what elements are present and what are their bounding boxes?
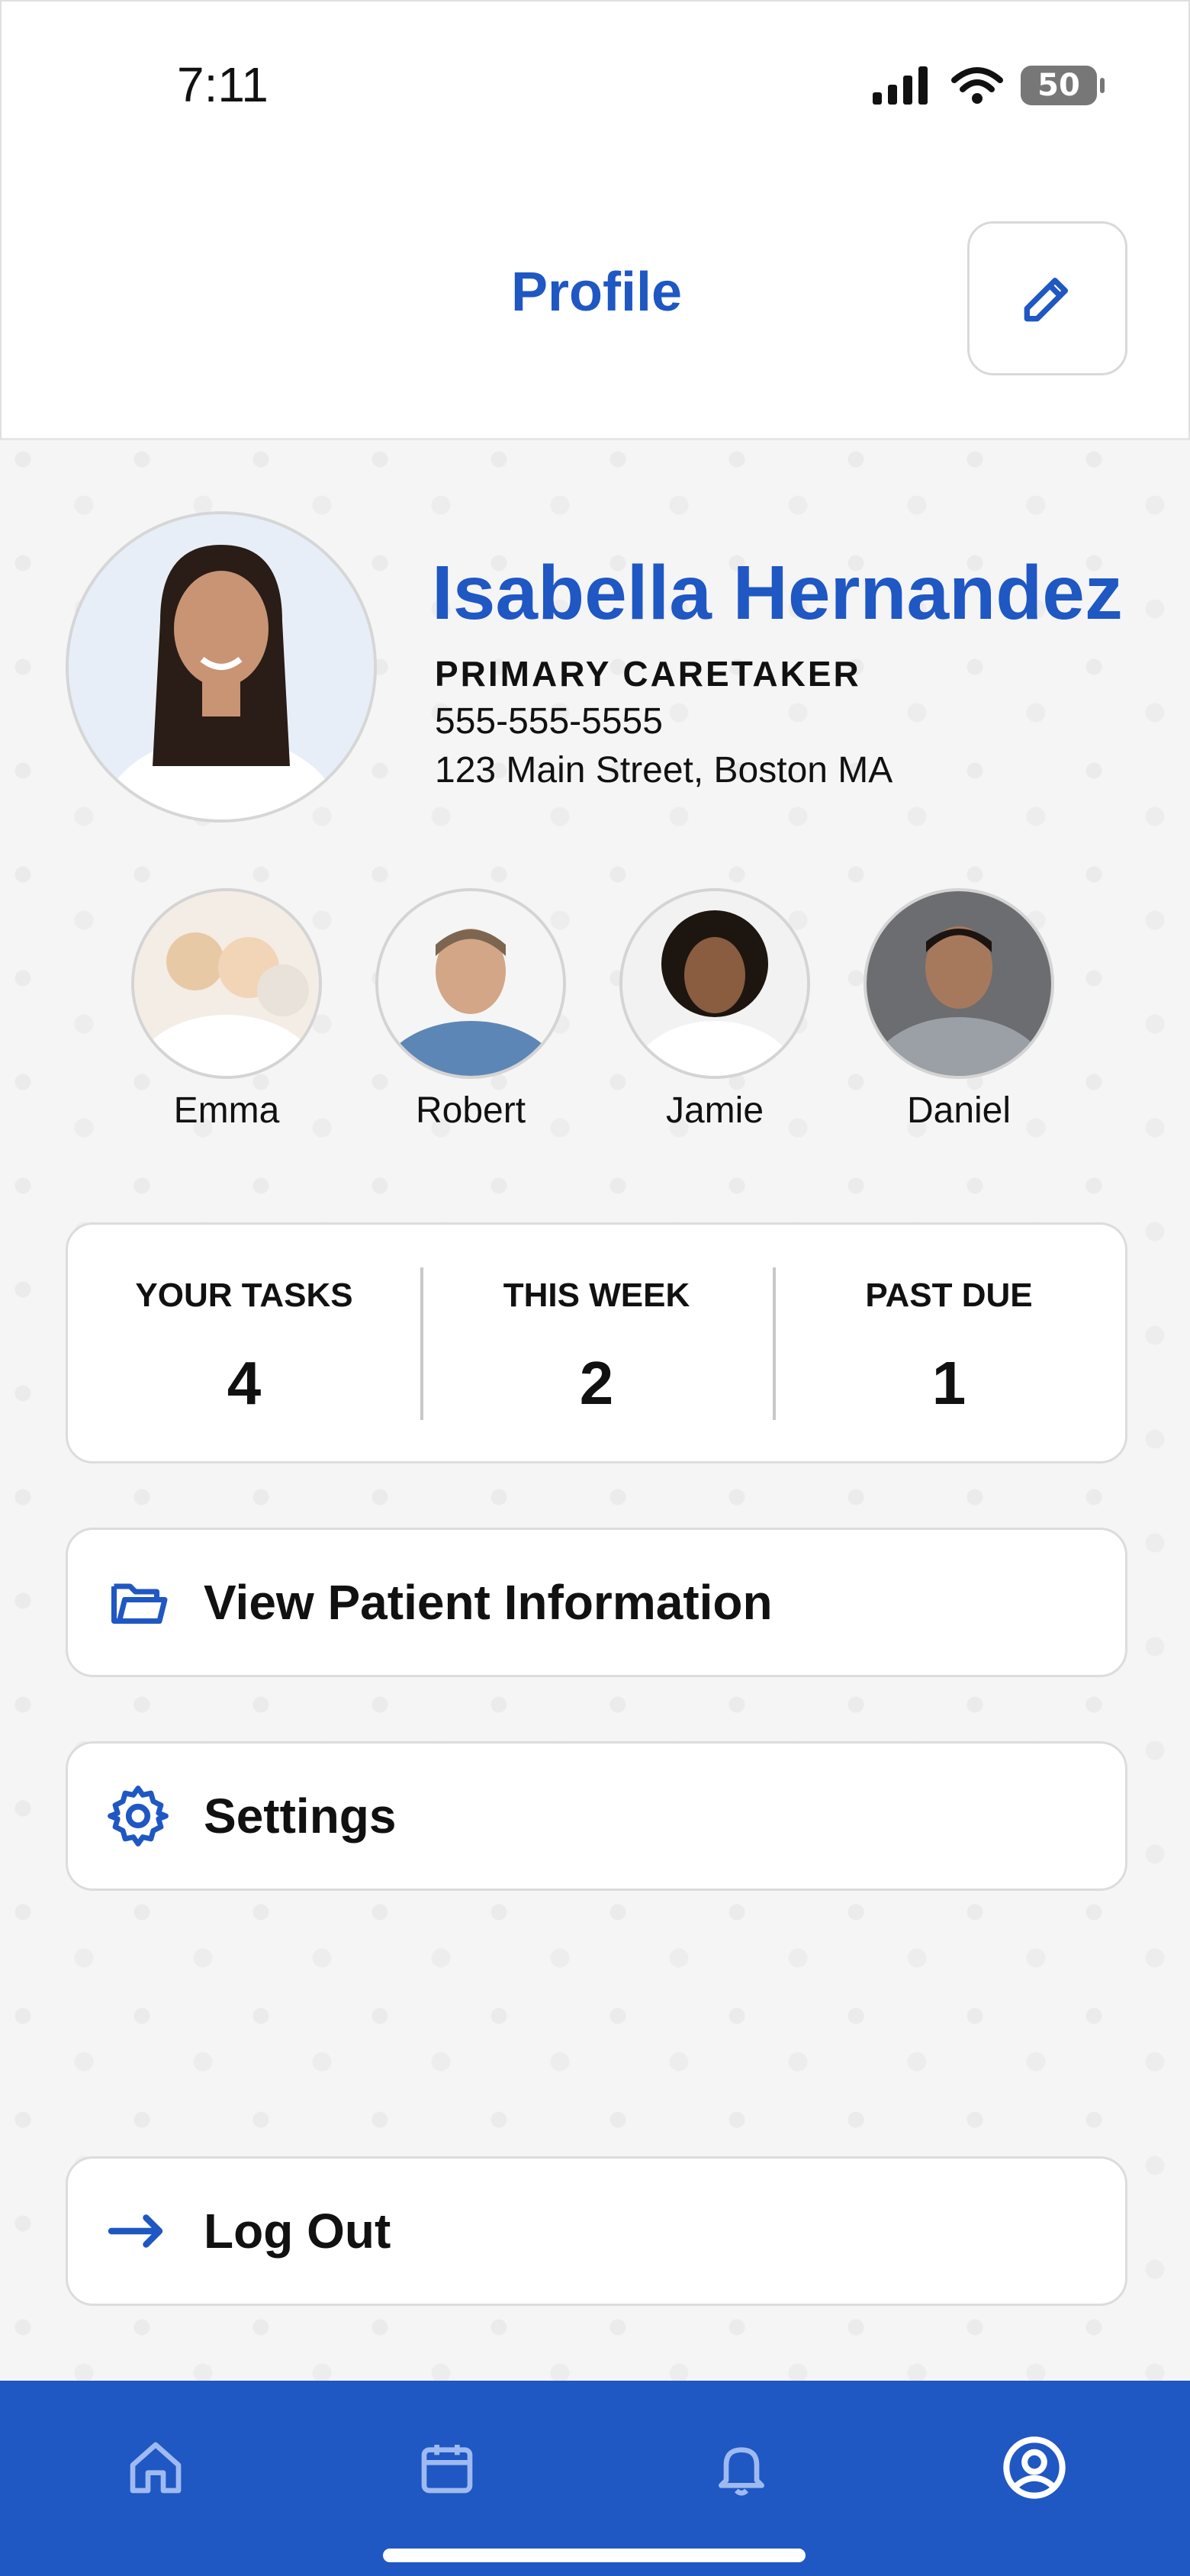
stat-value: 1	[931, 1349, 966, 1417]
family-member-name: Daniel	[906, 1090, 1011, 1131]
profile-photo-illustration	[69, 514, 374, 819]
family-member-daniel[interactable]: Daniel	[864, 888, 1054, 1132]
battery-indicator: 50	[1021, 66, 1105, 105]
avatar	[131, 888, 322, 1079]
family-photo-jamie	[622, 891, 807, 1076]
stat-value: 2	[579, 1349, 614, 1417]
profile-name: Isabella Hernandez	[432, 550, 1123, 636]
stat-this-week[interactable]: THIS WEEK 2	[420, 1225, 773, 1461]
avatar	[864, 888, 1054, 1079]
home-indicator	[383, 2549, 806, 2562]
bottom-navigation	[0, 2381, 1190, 2576]
gear-icon	[103, 1781, 173, 1851]
profile-address: 123 Main Street, Boston MA	[435, 750, 893, 791]
nav-notifications[interactable]	[703, 2429, 780, 2506]
nav-home[interactable]	[117, 2429, 194, 2506]
status-icons: 50	[873, 66, 1105, 105]
bell-icon	[719, 2447, 764, 2496]
profile-phone: 555-555-5555	[435, 701, 663, 742]
pencil-icon	[1024, 278, 1068, 322]
folder-icon	[103, 1567, 173, 1637]
header: 7:11 50 Profile	[0, 0, 1190, 440]
family-member-robert[interactable]: Robert	[375, 888, 566, 1132]
family-photo-emma	[134, 891, 319, 1076]
family-member-name: Robert	[415, 1090, 526, 1131]
view-patient-information-button[interactable]: View Patient Information	[66, 1528, 1127, 1677]
stat-label: YOUR TASKS	[135, 1277, 353, 1314]
wifi-icon	[951, 67, 1003, 104]
stat-past-due[interactable]: PAST DUE 1	[773, 1225, 1125, 1461]
settings-label: Settings	[204, 1789, 397, 1843]
profile-role: PRIMARY CARETAKER	[435, 654, 861, 694]
settings-button[interactable]: Settings	[66, 1741, 1127, 1891]
arrow-right-icon	[103, 2196, 173, 2266]
log-out-label: Log Out	[204, 2204, 391, 2259]
task-stats-card: YOUR TASKS 4 THIS WEEK 2 PAST DUE 1	[66, 1222, 1127, 1463]
stat-value: 4	[227, 1349, 262, 1417]
signal-icon	[873, 66, 928, 105]
stat-label: PAST DUE	[865, 1277, 1033, 1314]
family-member-emma[interactable]: Emma	[131, 888, 322, 1132]
stat-label: THIS WEEK	[503, 1277, 690, 1314]
status-time: 7:11	[177, 57, 269, 112]
family-photo-robert	[378, 891, 563, 1076]
home-icon	[130, 2442, 182, 2494]
nav-calendar[interactable]	[409, 2429, 485, 2506]
avatar	[375, 888, 566, 1079]
nav-profile[interactable]	[996, 2429, 1073, 2506]
edit-profile-button[interactable]	[967, 221, 1127, 375]
avatar	[619, 888, 810, 1079]
family-photo-daniel	[867, 891, 1051, 1076]
stat-your-tasks[interactable]: YOUR TASKS 4	[68, 1225, 420, 1461]
family-member-name: Emma	[173, 1090, 280, 1131]
view-patient-information-label: View Patient Information	[204, 1575, 773, 1630]
profile-icon	[1003, 2436, 1066, 2499]
calendar-icon	[421, 2445, 473, 2494]
family-member-jamie[interactable]: Jamie	[619, 888, 810, 1132]
avatar	[66, 511, 377, 823]
log-out-button[interactable]: Log Out	[66, 2156, 1127, 2306]
family-member-name: Jamie	[665, 1090, 764, 1131]
